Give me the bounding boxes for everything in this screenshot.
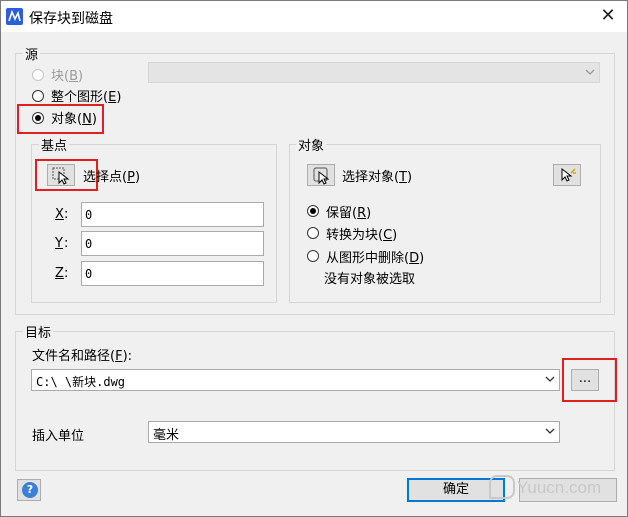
x-label: X <box>55 207 64 222</box>
file-path-label: 文件名和路径(F): <box>32 349 133 364</box>
chevron-down-icon <box>585 69 595 75</box>
highlight-objects-radio <box>17 104 104 134</box>
pick-point-label: 选择点(P) <box>83 170 141 185</box>
watermark-text: Yuucn.com <box>517 478 602 497</box>
delete-from-drawing-radio-label: 从图形中删除(D) <box>326 251 425 266</box>
highlight-browse-button <box>562 358 617 402</box>
quick-select-button[interactable] <box>553 164 581 186</box>
y-colon: : <box>64 236 69 251</box>
chevron-down-icon <box>545 428 555 434</box>
title-bar: 保存块到磁盘 ✕ <box>1 1 627 32</box>
select-objects-label: 选择对象(T) <box>342 170 413 185</box>
whole-drawing-radio[interactable] <box>32 90 44 102</box>
retain-radio-label: 保留(R) <box>326 206 372 221</box>
select-objects-button[interactable] <box>307 164 335 186</box>
x-field[interactable] <box>81 202 264 227</box>
save-block-dialog: 保存块到磁盘 ✕ 源 块(B) 整个图形(E) 对象(N) 基点 选择点(P) … <box>0 0 628 517</box>
selection-status: 没有对象被选取 <box>324 272 416 287</box>
convert-to-block-radio[interactable] <box>307 227 319 239</box>
x-colon: : <box>64 207 69 222</box>
window-title: 保存块到磁盘 <box>29 11 113 27</box>
destination-group-label: 目标 <box>23 322 54 341</box>
watermark-logo <box>489 475 515 499</box>
quick-select-icon <box>561 167 576 182</box>
file-path-combo[interactable]: C:\ \新块.dwg <box>31 369 560 391</box>
z-colon: : <box>64 266 69 281</box>
insert-units-combo[interactable]: 毫米 <box>148 421 560 443</box>
delete-from-drawing-radio[interactable] <box>307 250 319 262</box>
retain-radio[interactable] <box>307 205 319 217</box>
block-radio-label: 块(B) <box>51 69 84 84</box>
block-name-combo[interactable] <box>148 62 600 83</box>
y-label: Y <box>55 236 63 251</box>
help-icon: ? <box>22 482 38 498</box>
source-group-label: 源 <box>23 44 41 63</box>
convert-to-block-radio-label: 转换为块(C) <box>326 228 398 243</box>
app-icon <box>6 8 23 25</box>
objects-group-label: 对象 <box>296 135 327 154</box>
z-label: Z <box>55 266 64 281</box>
insert-units-label: 插入单位 <box>32 429 85 444</box>
chevron-down-icon <box>545 376 555 382</box>
help-button[interactable]: ? <box>17 479 41 501</box>
y-field[interactable] <box>81 231 264 256</box>
base-point-group-label: 基点 <box>39 135 70 154</box>
whole-drawing-radio-label: 整个图形(E) <box>51 90 122 105</box>
close-icon[interactable]: ✕ <box>597 5 619 27</box>
z-field[interactable] <box>81 261 264 286</box>
select-objects-icon <box>313 167 330 185</box>
block-radio[interactable] <box>32 69 44 81</box>
